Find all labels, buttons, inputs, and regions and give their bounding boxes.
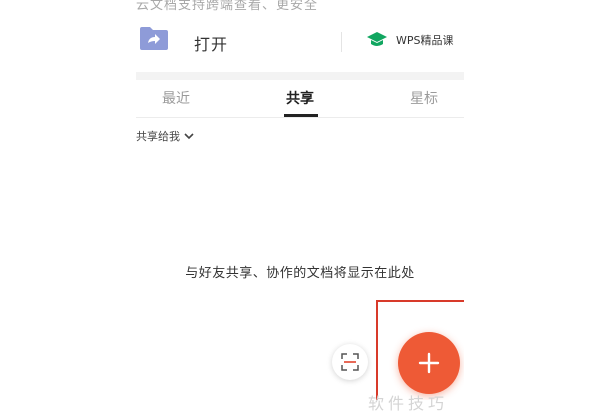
wps-course-button[interactable]: WPS精品课 [366, 30, 454, 50]
tab-shared[interactable]: 共享 [286, 88, 314, 108]
tab-recent[interactable]: 最近 [162, 88, 190, 108]
tabs-border [136, 117, 464, 118]
scan-button[interactable] [332, 344, 368, 380]
banner-text: 云文档支持跨端查看、更安全 [136, 0, 319, 13]
open-folder-button[interactable] [138, 24, 170, 52]
plus-icon [418, 352, 440, 374]
scan-icon [341, 353, 359, 371]
chevron-down-icon [184, 132, 194, 139]
watermark-text: 软件技巧 [368, 394, 449, 413]
open-label[interactable]: 打开 [194, 31, 228, 55]
graduation-cap-icon [367, 32, 387, 46]
tab-starred[interactable]: 星标 [410, 88, 438, 108]
tab-bar: 最近 共享 星标 [136, 80, 464, 116]
folder-share-icon [140, 27, 168, 50]
phone-screen: 云文档支持跨端查看、更安全 打开 WPS精品课 最近 共享 星标 共享给我 与好… [136, 0, 464, 400]
section-separator [136, 72, 464, 80]
empty-state-message: 与好友共享、协作的文档将显示在此处 [185, 266, 415, 281]
filter-dropdown[interactable]: 共享给我 [136, 128, 194, 144]
header-divider [341, 32, 342, 52]
filter-label: 共享给我 [136, 130, 180, 143]
add-fab-button[interactable] [398, 332, 460, 394]
wps-course-label: WPS精品课 [396, 34, 454, 47]
